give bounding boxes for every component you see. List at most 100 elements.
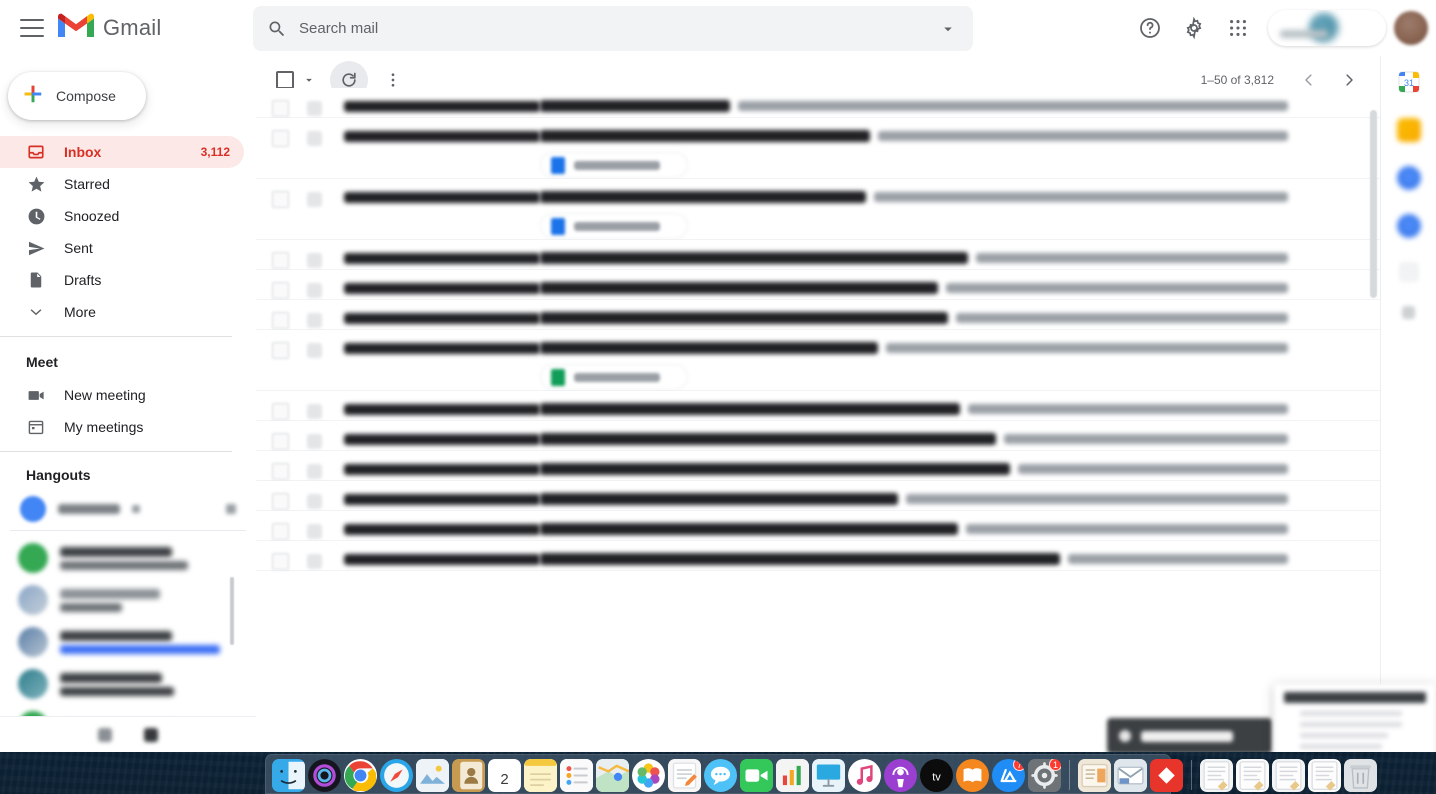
list-item[interactable] <box>0 579 256 621</box>
table-row[interactable] <box>256 330 1380 391</box>
dock-item-contacts[interactable] <box>452 759 485 792</box>
row-checkbox[interactable] <box>272 463 289 480</box>
list-item[interactable] <box>0 537 256 579</box>
safari-icon[interactable] <box>380 759 413 792</box>
dock-item-preview[interactable] <box>416 759 449 792</box>
row-checkbox[interactable] <box>272 191 289 208</box>
stocks-folder-icon[interactable] <box>1078 759 1111 792</box>
dock-item-documents-stack-1[interactable] <box>1200 759 1233 792</box>
itunes-icon[interactable] <box>848 759 881 792</box>
select-all-checkbox[interactable] <box>276 70 294 89</box>
messages-icon[interactable] <box>704 759 737 792</box>
apple-tv-icon[interactable]: tv <box>920 759 953 792</box>
sidebar-item-drafts[interactable]: Drafts <box>0 264 244 296</box>
hangouts-conversations-icon[interactable] <box>144 727 158 742</box>
star-icon[interactable] <box>307 101 322 116</box>
table-row[interactable] <box>256 391 1380 421</box>
dock-item-finder[interactable] <box>272 759 305 792</box>
row-checkbox[interactable] <box>272 312 289 329</box>
contacts-icon[interactable] <box>452 759 485 792</box>
sidebar-item-sent[interactable]: Sent <box>0 232 244 264</box>
settings-button[interactable] <box>1174 8 1214 48</box>
sidebar-item-new-meeting[interactable]: New meeting <box>0 379 244 411</box>
documents-stack-2-icon[interactable] <box>1236 759 1269 792</box>
row-checkbox[interactable] <box>272 433 289 450</box>
trash-icon[interactable] <box>1344 759 1377 792</box>
chevron-down-icon[interactable] <box>939 20 957 38</box>
table-row[interactable] <box>256 511 1380 541</box>
star-icon[interactable] <box>307 404 322 419</box>
dock-item-mail-archive[interactable] <box>1114 759 1147 792</box>
table-row[interactable] <box>256 88 1380 118</box>
dock-item-notes[interactable] <box>524 759 557 792</box>
dock-item-red-app[interactable] <box>1150 759 1183 792</box>
podcasts-icon[interactable] <box>884 759 917 792</box>
add-ons-icon[interactable] <box>1398 262 1419 282</box>
table-row[interactable] <box>256 541 1380 571</box>
facetime-icon[interactable] <box>740 759 773 792</box>
attachment-chip[interactable] <box>540 364 688 390</box>
table-row[interactable] <box>256 118 1380 179</box>
macos-dock[interactable]: 2 tv 7 1 <box>265 754 1377 794</box>
mail-rows[interactable] <box>256 88 1380 571</box>
hangouts-my-status[interactable] <box>0 490 256 528</box>
row-checkbox[interactable] <box>272 100 289 117</box>
row-checkbox[interactable] <box>272 493 289 510</box>
select-options-chevron-down-icon[interactable] <box>302 73 316 87</box>
attachment-chip[interactable] <box>540 152 688 178</box>
support-button[interactable] <box>1130 8 1170 48</box>
sidebar-item-snoozed[interactable]: Snoozed <box>0 200 244 232</box>
dock-item-podcasts[interactable] <box>884 759 917 792</box>
app-store-icon[interactable]: 7 <box>992 759 1025 792</box>
search-bar[interactable] <box>253 6 973 51</box>
star-icon[interactable] <box>307 494 322 509</box>
dock-item-maps[interactable] <box>596 759 629 792</box>
mail-list-scrollbar[interactable] <box>1370 110 1377 298</box>
mail-archive-icon[interactable] <box>1114 759 1147 792</box>
avatar[interactable] <box>1394 11 1428 45</box>
star-icon[interactable] <box>307 253 322 268</box>
chevron-down-icon[interactable] <box>132 505 140 513</box>
list-item[interactable] <box>0 621 256 663</box>
star-icon[interactable] <box>307 283 322 298</box>
star-icon[interactable] <box>307 434 322 449</box>
dock-item-photos[interactable] <box>632 759 665 792</box>
finder-icon[interactable] <box>272 759 305 792</box>
google-apps-button[interactable] <box>1218 8 1258 48</box>
star-icon[interactable] <box>307 343 322 358</box>
system-preferences-icon[interactable]: 1 <box>1028 759 1061 792</box>
dock-item-itunes[interactable] <box>848 759 881 792</box>
dock-item-google-chrome[interactable] <box>344 759 377 792</box>
dock-item-documents-stack-4[interactable] <box>1308 759 1341 792</box>
dock-item-app-store[interactable]: 7 <box>992 759 1025 792</box>
gmail-brand[interactable]: Gmail <box>58 12 208 45</box>
sidebar-item-inbox[interactable]: Inbox 3,112 <box>0 136 244 168</box>
hangouts-conversation-list[interactable] <box>0 531 256 747</box>
preview-icon[interactable] <box>416 759 449 792</box>
attachment-chip[interactable] <box>540 213 688 239</box>
dock-item-documents-stack-3[interactable] <box>1272 759 1305 792</box>
dock-item-stocks-folder[interactable] <box>1078 759 1111 792</box>
dock-item-books[interactable] <box>956 759 989 792</box>
siri-icon[interactable] <box>308 759 341 792</box>
search-input[interactable] <box>299 20 939 37</box>
hangouts-contacts-icon[interactable] <box>98 727 112 742</box>
sidebar-item-starred[interactable]: Starred <box>0 168 244 200</box>
dock-item-trash[interactable] <box>1344 759 1377 792</box>
google-calendar-icon[interactable]: 31 <box>1397 70 1421 94</box>
dock-item-facetime[interactable] <box>740 759 773 792</box>
star-icon[interactable] <box>307 554 322 569</box>
google-contacts-icon[interactable] <box>1396 214 1421 238</box>
dock-item-documents-stack-2[interactable] <box>1236 759 1269 792</box>
star-icon[interactable] <box>307 464 322 479</box>
dock-item-numbers[interactable] <box>776 759 809 792</box>
reminders-icon[interactable] <box>560 759 593 792</box>
sidebar-item-my-meetings[interactable]: My meetings <box>0 411 244 443</box>
row-checkbox[interactable] <box>272 130 289 147</box>
keynote-icon[interactable] <box>812 759 845 792</box>
dock-item-apple-tv[interactable]: tv <box>920 759 953 792</box>
table-row[interactable] <box>256 481 1380 511</box>
google-tasks-icon[interactable] <box>1396 166 1421 190</box>
star-icon[interactable] <box>307 131 322 146</box>
dock-item-messages[interactable] <box>704 759 737 792</box>
